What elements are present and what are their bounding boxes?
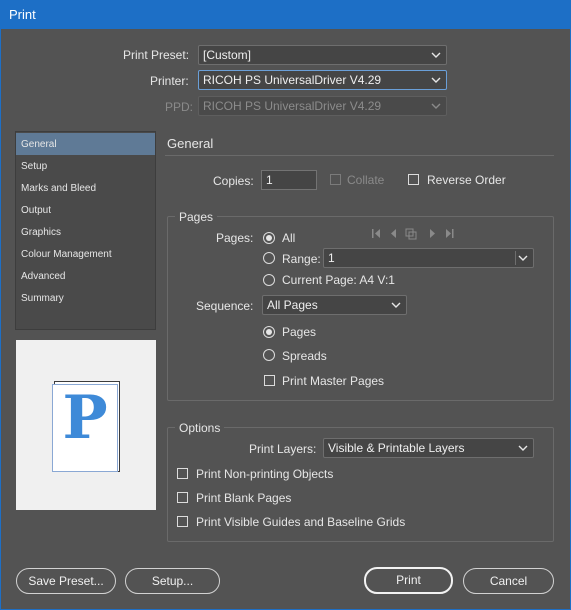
copies-input[interactable]: 1 <box>261 170 317 190</box>
sidebar-item-marks-and-bleed[interactable]: Marks and Bleed <box>16 177 155 199</box>
sidebar-item-general[interactable]: General <box>16 133 155 155</box>
collate-label: Collate <box>347 173 385 187</box>
printer-label: Printer: <box>150 74 189 88</box>
spreads-radio[interactable] <box>263 349 275 361</box>
pages-radio-label: Pages <box>282 325 317 339</box>
preview-page-letter: P <box>62 383 108 453</box>
chevron-down-icon <box>517 252 529 264</box>
sidebar-item-summary[interactable]: Summary <box>16 287 155 309</box>
page-navigation-icons <box>372 228 454 240</box>
ppd-value: RICOH PS UniversalDriver V4.29 <box>203 99 382 113</box>
print-blank-pages-label: Print Blank Pages <box>196 491 292 505</box>
copies-value: 1 <box>266 173 273 187</box>
chevron-down-icon <box>430 100 442 112</box>
options-group-title: Options <box>175 421 225 435</box>
general-section-title: General <box>167 136 214 151</box>
range-input[interactable]: 1 <box>323 248 534 268</box>
sidebar-item-label: Summary <box>21 293 64 304</box>
range-value: 1 <box>328 251 335 265</box>
collate-checkbox <box>330 174 341 185</box>
page-navigation <box>371 227 456 241</box>
sidebar-item-advanced[interactable]: Advanced <box>16 265 155 287</box>
ppd-label: PPD: <box>165 100 194 114</box>
reverse-order-checkbox[interactable] <box>408 174 419 185</box>
combo-divider <box>515 251 516 265</box>
print-guides-label: Print Visible Guides and Baseline Grids <box>196 515 406 529</box>
printer-select[interactable]: RICOH PS UniversalDriver V4.29 <box>198 70 447 90</box>
reverse-order-label: Reverse Order <box>427 173 506 187</box>
print-layers-select[interactable]: Visible & Printable Layers <box>323 438 534 458</box>
print-preset-value: [Custom] <box>203 48 252 62</box>
sidebar-item-label: Graphics <box>21 227 62 238</box>
current-page-label: Current Page: A4 V:1 <box>282 273 395 287</box>
print-preset-label: Print Preset: <box>123 48 190 62</box>
copies-label: Copies: <box>213 174 254 188</box>
printer-value: RICOH PS UniversalDriver V4.29 <box>203 73 382 87</box>
chevron-down-icon <box>517 442 529 454</box>
sidebar: General Setup Marks and Bleed Output Gra… <box>15 131 156 330</box>
range-radio[interactable] <box>263 252 275 264</box>
chevron-down-icon <box>390 299 402 311</box>
sidebar-item-graphics[interactable]: Graphics <box>16 221 155 243</box>
print-blank-pages-checkbox[interactable] <box>177 492 188 503</box>
sidebar-item-label: Output <box>21 205 52 216</box>
print-non-printing-checkbox[interactable] <box>177 468 188 479</box>
sequence-value: All Pages <box>267 298 318 312</box>
sidebar-item-label: Advanced <box>21 271 66 282</box>
sidebar-item-label: Colour Management <box>21 249 112 260</box>
current-page-radio[interactable] <box>263 274 275 286</box>
sidebar-item-output[interactable]: Output <box>16 199 155 221</box>
all-pages-label: All <box>282 231 296 245</box>
sidebar-item-setup[interactable]: Setup <box>16 155 155 177</box>
print-layers-value: Visible & Printable Layers <box>328 441 465 455</box>
pages-radio[interactable] <box>263 326 275 338</box>
spreads-radio-label: Spreads <box>282 349 327 363</box>
print-guides-checkbox[interactable] <box>177 516 188 527</box>
print-master-pages-checkbox[interactable] <box>264 375 275 386</box>
sequence-label: Sequence: <box>196 299 254 313</box>
sidebar-item-colour-management[interactable]: Colour Management <box>16 243 155 265</box>
sidebar-item-label: General <box>21 139 57 150</box>
print-preset-select[interactable]: [Custom] <box>198 45 447 65</box>
all-pages-radio[interactable] <box>263 232 275 244</box>
sequence-select[interactable]: All Pages <box>262 295 407 315</box>
ppd-select: RICOH PS UniversalDriver V4.29 <box>198 96 447 116</box>
window-title: Print <box>9 7 36 22</box>
chevron-down-icon <box>430 49 442 61</box>
setup-button[interactable]: Setup... <box>125 568 220 594</box>
print-button[interactable]: Print <box>364 567 453 594</box>
title-bar: Print <box>0 0 571 29</box>
range-label: Range: <box>282 252 321 266</box>
cancel-button[interactable]: Cancel <box>463 568 554 594</box>
section-divider <box>165 155 554 156</box>
chevron-down-icon <box>430 74 442 86</box>
sidebar-item-label: Setup <box>21 161 48 172</box>
print-non-printing-label: Print Non-printing Objects <box>196 467 334 481</box>
pages-label: Pages: <box>216 231 254 245</box>
print-layers-label: Print Layers: <box>249 442 317 456</box>
pages-group-title: Pages <box>175 210 218 224</box>
print-master-pages-label: Print Master Pages <box>282 374 385 388</box>
sidebar-item-label: Marks and Bleed <box>21 183 97 194</box>
save-preset-button[interactable]: Save Preset... <box>16 568 116 594</box>
